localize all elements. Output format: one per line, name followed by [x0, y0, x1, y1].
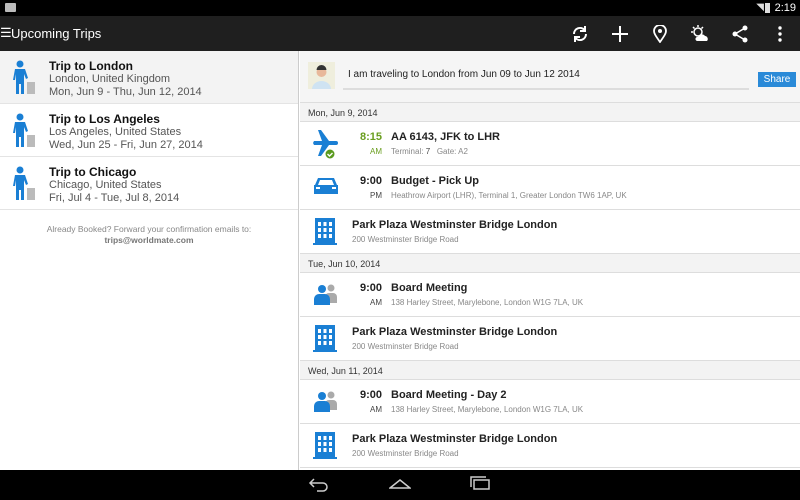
- item-time: 8:15: [359, 131, 382, 143]
- share-box: I am traveling to London from Jun 09 to …: [300, 51, 800, 103]
- recents-icon[interactable]: [469, 476, 491, 497]
- trip-title: Trip to Chicago: [49, 165, 137, 179]
- hotel-item[interactable]: Park Plaza Westminster Bridge London 200 …: [300, 210, 800, 254]
- weather-icon[interactable]: [688, 22, 712, 46]
- item-time: 9:00: [359, 282, 382, 294]
- item-ampm: AM: [370, 147, 382, 156]
- day-header: Mon, Jun 9, 2014: [300, 103, 800, 122]
- item-title: Budget - Pick Up: [391, 175, 480, 187]
- action-bar: ☰ Upcoming Trips: [0, 16, 800, 51]
- hotel-icon: [312, 216, 338, 251]
- meeting-icon: [312, 386, 340, 419]
- itinerary-pane: I am traveling to London from Jun 09 to …: [300, 51, 800, 470]
- hotel-item[interactable]: Park Plaza Westminster Bridge London 200 …: [300, 317, 800, 361]
- meeting-item[interactable]: 9:00 AM Board Meeting 138 Harley Street, M…: [300, 273, 800, 317]
- back-icon[interactable]: [308, 476, 330, 497]
- trip-item[interactable]: Trip to Los Angeles Los Angeles, United …: [0, 104, 298, 157]
- navigation-bar: [0, 470, 800, 500]
- car-item[interactable]: 9:00 PM Budget - Pick Up Heathrow Airport …: [300, 166, 800, 210]
- share-message-input[interactable]: I am traveling to London from Jun 09 to …: [343, 62, 749, 90]
- forward-hint-text: Already Booked? Forward your confirmatio…: [46, 224, 252, 234]
- trip-item[interactable]: Trip to London London, United Kingdom Mo…: [0, 51, 298, 104]
- trip-title: Trip to Los Angeles: [49, 112, 160, 126]
- item-time: 9:00: [359, 175, 382, 187]
- trip-list: Trip to London London, United Kingdom Mo…: [0, 51, 299, 470]
- item-address: 200 Westminster Bridge Road: [352, 342, 459, 351]
- hotel-icon: [312, 323, 338, 358]
- item-ampm: AM: [370, 298, 382, 307]
- item-title: Board Meeting - Day 2: [391, 389, 507, 401]
- meeting-item[interactable]: 9:00 AM Board Meeting - Day 2 138 Harley S…: [300, 380, 800, 424]
- traveler-icon: [12, 166, 36, 207]
- trip-location: London, United Kingdom: [49, 73, 171, 85]
- forward-email[interactable]: trips@worldmate.com: [104, 235, 193, 245]
- flight-item[interactable]: 8:15 AM AA 6143, JFK to LHR Terminal: 7 Ga…: [300, 122, 800, 166]
- battery-icon: [765, 3, 770, 13]
- meeting-icon: [312, 279, 340, 312]
- add-icon[interactable]: [608, 22, 632, 46]
- avatar: [308, 62, 335, 89]
- page-title[interactable]: Upcoming Trips: [11, 26, 101, 41]
- flight-icon: [312, 128, 340, 165]
- item-title: Park Plaza Westminster Bridge London: [352, 326, 558, 338]
- item-title: Park Plaza Westminster Bridge London: [352, 219, 558, 231]
- trip-dates: Fri, Jul 4 - Tue, Jul 8, 2014: [49, 192, 180, 204]
- trip-item[interactable]: Trip to Chicago Chicago, United States F…: [0, 157, 298, 210]
- overflow-icon[interactable]: [768, 22, 792, 46]
- trip-location: Los Angeles, United States: [49, 126, 182, 138]
- flight-details: Terminal: 7 Gate: A2: [391, 147, 468, 156]
- item-ampm: AM: [370, 405, 382, 414]
- day-header: Tue, Jun 10, 2014: [300, 254, 800, 273]
- item-address: 138 Harley Street, Marylebone, London W1…: [391, 405, 584, 414]
- hotel-icon: [312, 430, 338, 465]
- trip-title: Trip to London: [49, 59, 133, 73]
- share-button[interactable]: Share: [758, 72, 796, 87]
- traveler-icon: [12, 60, 36, 101]
- trip-dates: Wed, Jun 25 - Fri, Jun 27, 2014: [49, 139, 203, 151]
- status-bar: ◥ 2:19: [0, 0, 800, 16]
- item-address: 138 Harley Street, Marylebone, London W1…: [391, 298, 584, 307]
- briefcase-icon: [5, 3, 16, 12]
- clock: 2:19: [774, 2, 796, 14]
- refresh-icon[interactable]: [568, 22, 592, 46]
- item-title: AA 6143, JFK to LHR: [391, 131, 501, 143]
- location-icon[interactable]: [648, 22, 672, 46]
- item-address: Heathrow Airport (LHR), Terminal 1, Grea…: [391, 191, 627, 200]
- day-header: Wed, Jun 11, 2014: [300, 361, 800, 380]
- item-address: 200 Westminster Bridge Road: [352, 235, 459, 244]
- item-address: 200 Westminster Bridge Road: [352, 449, 459, 458]
- item-time: 9:00: [359, 389, 382, 401]
- item-ampm: PM: [370, 191, 382, 200]
- traveler-icon: [12, 113, 36, 154]
- item-title: Park Plaza Westminster Bridge London: [352, 433, 558, 445]
- item-title: Board Meeting: [391, 282, 468, 294]
- home-icon[interactable]: [387, 476, 413, 497]
- wifi-icon: ◥: [756, 2, 764, 13]
- forward-hint: Already Booked? Forward your confirmatio…: [0, 224, 298, 246]
- share-icon[interactable]: [728, 22, 752, 46]
- hotel-item[interactable]: Park Plaza Westminster Bridge London 200 …: [300, 424, 800, 468]
- menu-icon[interactable]: ☰: [0, 25, 12, 41]
- trip-dates: Mon, Jun 9 - Thu, Jun 12, 2014: [49, 86, 202, 98]
- car-icon: [312, 172, 340, 205]
- trip-location: Chicago, United States: [49, 179, 162, 191]
